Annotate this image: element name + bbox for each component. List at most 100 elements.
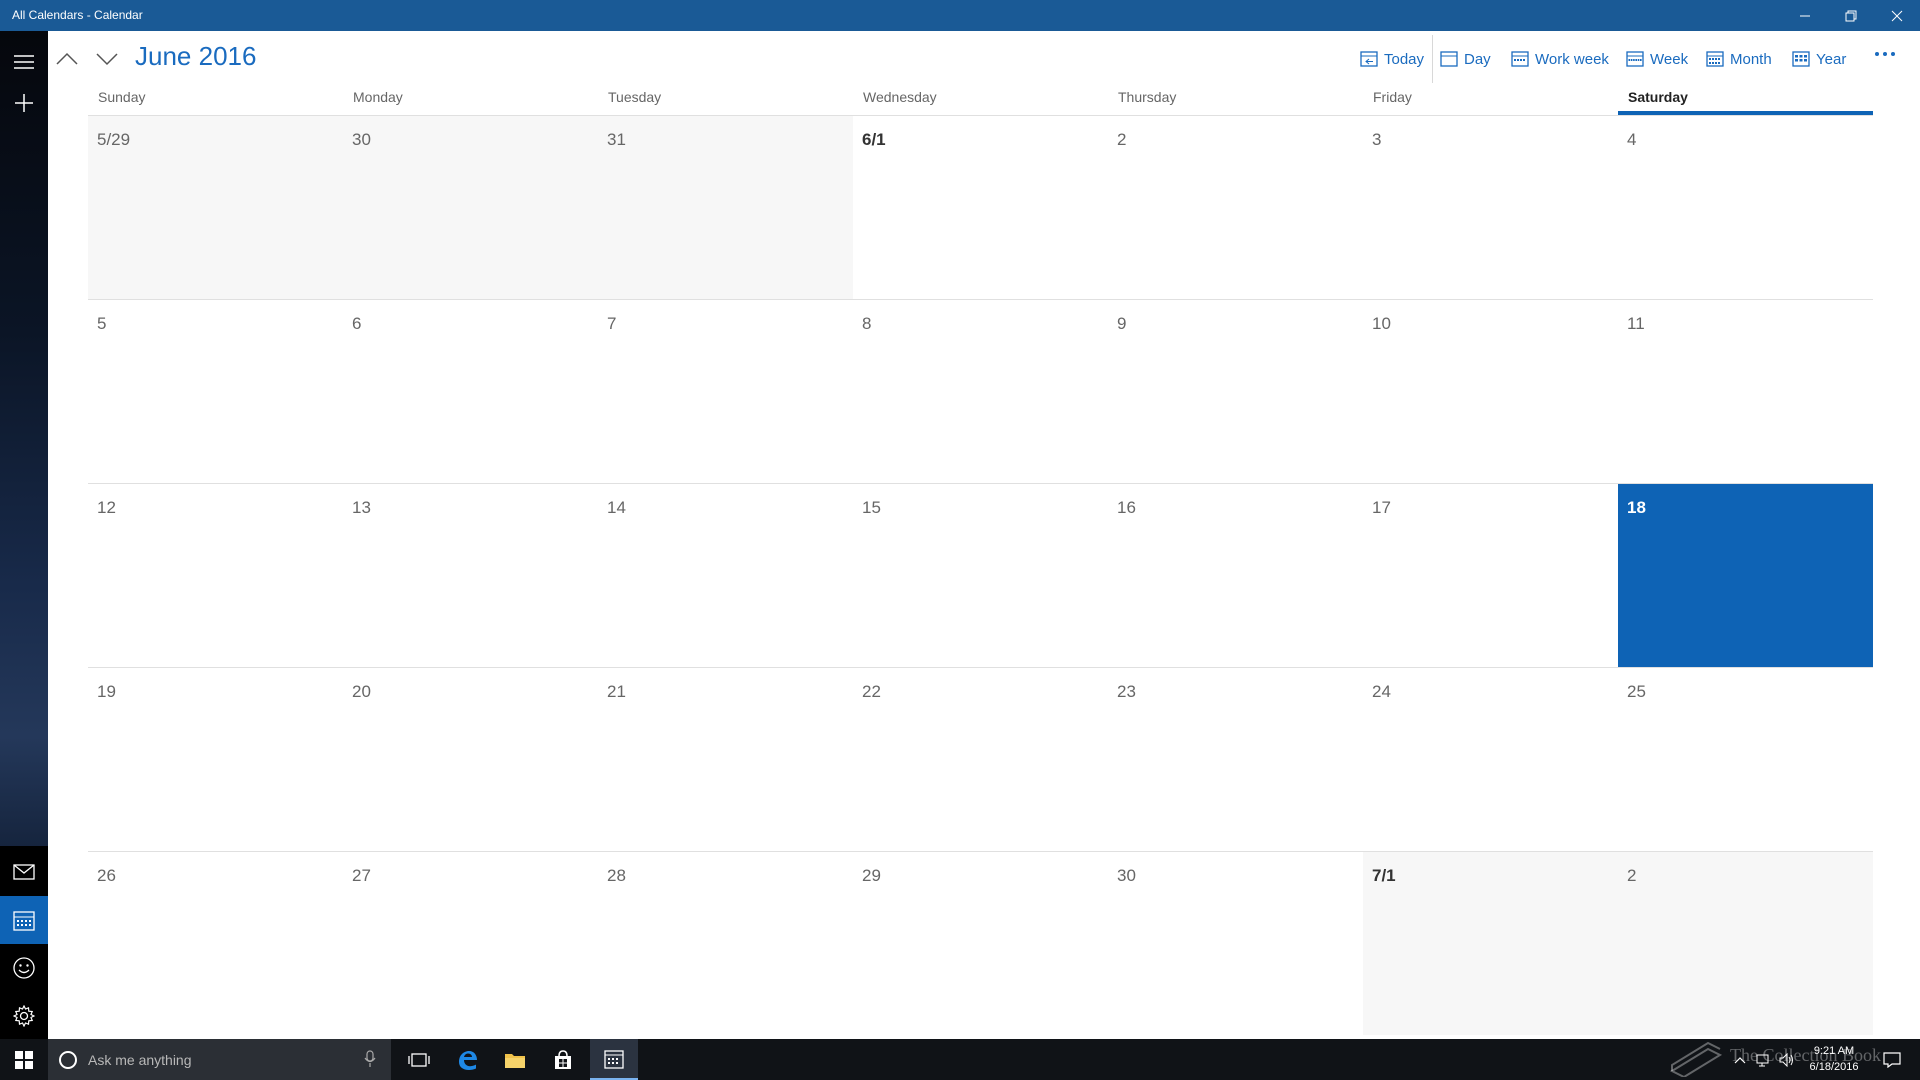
- weekday-header: Wednesday: [863, 89, 937, 105]
- day-cell[interactable]: 2: [1618, 851, 1873, 1035]
- day-cell[interactable]: 30: [343, 115, 598, 299]
- calendar-header: June 2016 Today Day Work week Week Month…: [48, 31, 1920, 87]
- windows-logo-icon: [15, 1050, 33, 1069]
- day-view-button[interactable]: Day: [1440, 47, 1491, 71]
- day-cell[interactable]: 4: [1618, 115, 1873, 299]
- action-center-button[interactable]: [1872, 1039, 1912, 1080]
- day-cell[interactable]: 6/1: [853, 115, 1108, 299]
- week-view-button[interactable]: Week: [1626, 47, 1688, 71]
- day-cell[interactable]: 12: [88, 483, 343, 667]
- folder-icon: [505, 1053, 525, 1068]
- year-view-button[interactable]: Year: [1792, 47, 1846, 71]
- store-taskbar-button[interactable]: [539, 1039, 587, 1080]
- window-title: All Calendars - Calendar: [12, 8, 143, 22]
- day-number: 14: [607, 498, 626, 517]
- close-icon: [1891, 10, 1903, 21]
- day-cell[interactable]: 19: [88, 667, 343, 851]
- year-view-icon: [1792, 51, 1810, 67]
- day-number: 23: [1117, 682, 1136, 701]
- day-cell-today[interactable]: 18: [1618, 483, 1873, 667]
- weekday-header: Monday: [353, 89, 403, 105]
- search-box[interactable]: Ask me anything: [48, 1039, 391, 1080]
- day-cell[interactable]: 26: [88, 851, 343, 1035]
- toolbar-divider: [1432, 35, 1433, 83]
- day-cell[interactable]: 20: [343, 667, 598, 851]
- mail-button[interactable]: [0, 848, 48, 896]
- day-cell[interactable]: 10: [1363, 299, 1618, 483]
- day-cell[interactable]: 9: [1108, 299, 1363, 483]
- day-cell[interactable]: 7/1: [1363, 851, 1618, 1035]
- minimize-button[interactable]: [1782, 0, 1828, 31]
- day-number: 4: [1627, 130, 1637, 149]
- day-number: 27: [352, 866, 371, 885]
- volume-button[interactable]: [1776, 1039, 1798, 1080]
- notification-icon: [1883, 1051, 1901, 1068]
- weekday-header-selected: Saturday: [1618, 89, 1873, 115]
- day-cell[interactable]: 21: [598, 667, 853, 851]
- new-event-button[interactable]: [0, 79, 48, 127]
- edge-taskbar-button[interactable]: [443, 1039, 491, 1080]
- today-icon: [1360, 51, 1378, 67]
- day-number: 20: [352, 682, 371, 701]
- chevron-down-icon: [96, 53, 118, 66]
- day-cell[interactable]: 25: [1618, 667, 1873, 851]
- day-cell[interactable]: 31: [598, 115, 853, 299]
- day-cell[interactable]: 15: [853, 483, 1108, 667]
- day-number: 11: [1627, 314, 1645, 333]
- weekday-header: Tuesday: [608, 89, 662, 105]
- day-number: 15: [862, 498, 881, 517]
- day-cell[interactable]: 6: [343, 299, 598, 483]
- taskbar-clock[interactable]: 9:21 AM 6/18/2016: [1800, 1043, 1868, 1075]
- day-cell[interactable]: 28: [598, 851, 853, 1035]
- settings-button[interactable]: [0, 992, 48, 1040]
- day-number: 12: [97, 498, 116, 517]
- day-number: 3: [1372, 130, 1382, 149]
- today-button[interactable]: Today: [1360, 47, 1424, 71]
- hamburger-icon: [14, 55, 34, 69]
- more-options-button[interactable]: [1870, 45, 1900, 69]
- day-view-icon: [1440, 51, 1458, 67]
- day-cell[interactable]: 13: [343, 483, 598, 667]
- month-title[interactable]: June 2016: [135, 41, 256, 72]
- day-cell[interactable]: 24: [1363, 667, 1618, 851]
- work-week-view-label: Work week: [1535, 50, 1609, 68]
- previous-month-button[interactable]: [51, 43, 83, 75]
- day-cell[interactable]: 17: [1363, 483, 1618, 667]
- day-cell[interactable]: 8: [853, 299, 1108, 483]
- restore-button[interactable]: [1828, 0, 1874, 31]
- day-cell[interactable]: 23: [1108, 667, 1363, 851]
- day-cell[interactable]: 14: [598, 483, 853, 667]
- day-cell[interactable]: 11: [1618, 299, 1873, 483]
- close-button[interactable]: [1874, 0, 1920, 31]
- day-cell[interactable]: 7: [598, 299, 853, 483]
- day-cell[interactable]: 5/29: [88, 115, 343, 299]
- day-cell[interactable]: 3: [1363, 115, 1618, 299]
- start-button[interactable]: [0, 1039, 48, 1080]
- day-cell[interactable]: 29: [853, 851, 1108, 1035]
- day-cell[interactable]: 22: [853, 667, 1108, 851]
- file-explorer-taskbar-button[interactable]: [491, 1039, 539, 1080]
- day-cell[interactable]: 5: [88, 299, 343, 483]
- day-cell[interactable]: 30: [1108, 851, 1363, 1035]
- day-cell[interactable]: 16: [1108, 483, 1363, 667]
- day-cell[interactable]: 27: [343, 851, 598, 1035]
- today-label: Today: [1384, 50, 1425, 68]
- calendar-app-button[interactable]: [0, 896, 48, 944]
- day-number: 5/29: [97, 130, 131, 149]
- day-number: 30: [352, 130, 371, 149]
- weekday-header: Sunday: [98, 89, 146, 105]
- network-button[interactable]: [1754, 1039, 1774, 1080]
- show-hidden-icons-button[interactable]: [1730, 1039, 1750, 1080]
- month-view-button[interactable]: Month: [1706, 47, 1772, 71]
- calendar-taskbar-icon: [604, 1049, 624, 1069]
- calendar-taskbar-button[interactable]: [590, 1039, 638, 1080]
- restore-icon: [1845, 10, 1857, 21]
- work-week-view-button[interactable]: Work week: [1511, 47, 1609, 71]
- day-number: 9: [1117, 314, 1127, 333]
- day-view-label: Day: [1464, 50, 1491, 68]
- next-month-button[interactable]: [91, 43, 123, 75]
- day-number: 28: [607, 866, 626, 885]
- day-cell[interactable]: 2: [1108, 115, 1363, 299]
- feedback-button[interactable]: [0, 944, 48, 992]
- task-view-button[interactable]: [395, 1039, 443, 1080]
